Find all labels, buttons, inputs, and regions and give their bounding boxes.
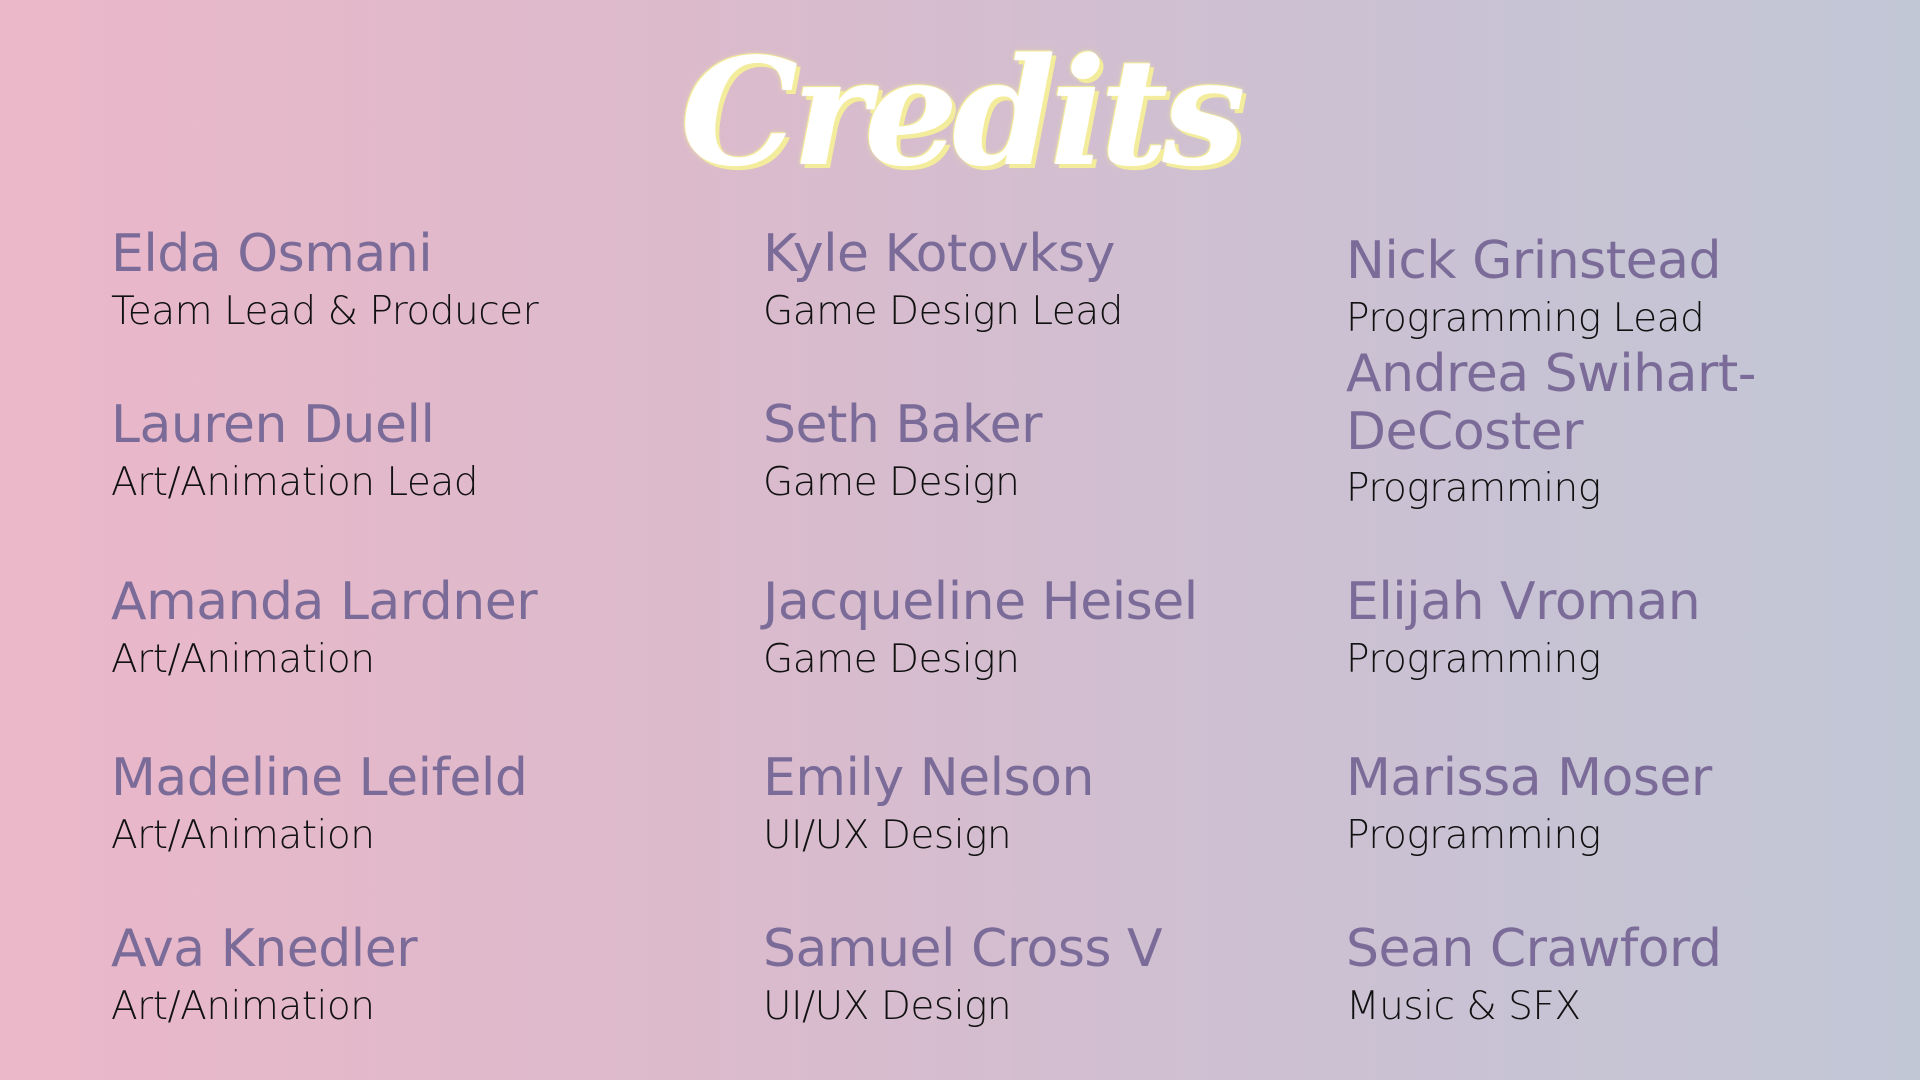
credit-name: Marissa Moser [1346, 748, 1712, 808]
credit-name: Ava Knedler [111, 919, 418, 979]
credit-entry: Amanda Lardner Art/Animation [111, 572, 538, 688]
credit-name: Elda Osmani [111, 224, 433, 284]
credit-name: Jacqueline Heisel [763, 572, 1198, 632]
credit-role: UI/UX Design [763, 984, 1012, 1029]
credit-name: Andrea Swihart-DeCoster [1346, 344, 1757, 462]
credit-entry: Sean Crawford Music & SFX [1346, 919, 1722, 1035]
credit-entry: Elijah Vroman Programming [1346, 572, 1701, 688]
credit-name: Madeline Leifeld [111, 748, 528, 808]
credit-entry: Samuel Cross V UI/UX Design [763, 919, 1163, 1035]
credit-name: Lauren Duell [111, 395, 435, 455]
credit-name: Emily Nelson [763, 748, 1094, 808]
credit-role: Programming [1346, 466, 1601, 511]
credit-role: Programming [1346, 813, 1601, 858]
credit-entry: Jacqueline Heisel Game Design [763, 572, 1198, 688]
credit-name: Seth Baker [763, 395, 1043, 455]
credit-role: Music & SFX [1346, 984, 1581, 1029]
credit-role: Art/Animation Lead [111, 460, 479, 505]
credit-entry: Seth Baker Game Design [763, 395, 1043, 511]
credit-entry: Nick Grinstead Programming Lead [1346, 231, 1722, 347]
credit-role: Team Lead & Producer [111, 289, 539, 334]
credit-entry: Lauren Duell Art/Animation Lead [111, 395, 479, 511]
credit-entry: Madeline Leifeld Art/Animation [111, 748, 528, 864]
credits-title: Credits [680, 25, 1245, 199]
credit-name: Nick Grinstead [1346, 231, 1722, 291]
credit-role: Game Design [763, 637, 1020, 682]
credit-role: Art/Animation [111, 813, 375, 858]
credit-role: Art/Animation [111, 637, 375, 682]
credit-role: Game Design [763, 460, 1020, 505]
credit-role: Art/Animation [111, 984, 375, 1029]
credit-name: Elijah Vroman [1346, 572, 1701, 632]
credit-entry: Emily Nelson UI/UX Design [763, 748, 1094, 864]
credit-role: Programming Lead [1346, 296, 1705, 341]
credit-role: UI/UX Design [763, 813, 1012, 858]
credit-entry: Marissa Moser Programming [1346, 748, 1712, 864]
credit-entry: Kyle Kotovksy Game Design Lead [763, 224, 1123, 340]
credit-name: Kyle Kotovksy [763, 224, 1115, 284]
credit-name: Amanda Lardner [111, 572, 538, 632]
credit-entry: Ava Knedler Art/Animation [111, 919, 418, 1035]
credit-role: Programming [1346, 637, 1601, 682]
credit-entry: Elda Osmani Team Lead & Producer [111, 224, 539, 340]
credit-role: Game Design Lead [763, 289, 1123, 334]
credit-name: Samuel Cross V [763, 919, 1163, 979]
credit-name: Sean Crawford [1346, 919, 1722, 979]
credit-entry: Andrea Swihart-DeCoster Programming [1346, 345, 1826, 517]
